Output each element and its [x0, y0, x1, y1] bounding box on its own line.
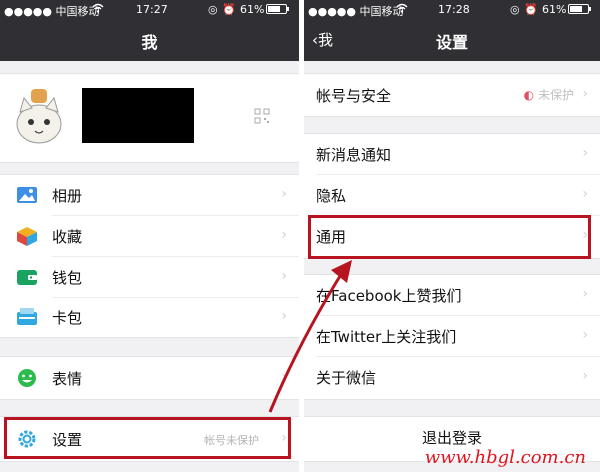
settings-item-label: 新消息通知: [316, 146, 392, 164]
watermark-text: www.hbgl.com.cn: [424, 447, 586, 468]
general-highlight-box: [308, 215, 591, 259]
avatar[interactable]: [16, 86, 62, 144]
navigation-bar: ‹我 设置: [304, 18, 600, 61]
settings-item-about[interactable]: 关于微信 ›: [304, 357, 600, 397]
qr-code-icon[interactable]: [254, 108, 270, 128]
settings-item-label: 在Twitter上关注我们: [316, 328, 457, 346]
menu-group-emoji: 表情 ›: [0, 356, 299, 400]
menu-item-label: 收藏: [52, 228, 83, 246]
status-bar: ●●●●● 中国移动 17:27 ◎ ⏰ 61%: [0, 0, 299, 18]
menu-item-album[interactable]: 相册 ›: [0, 175, 299, 215]
emoji-icon: [16, 368, 38, 388]
battery-percent: 61%: [240, 3, 265, 16]
settings-item-label: 关于微信: [316, 369, 377, 387]
settings-item-account-security[interactable]: 帐号与安全 ◐ 未保护 ›: [304, 75, 600, 115]
menu-item-label: 卡包: [52, 309, 83, 327]
me-screen: ●●●●● 中国移动 17:27 ◎ ⏰ 61% 我 相册 › 收藏 › 钱包 …: [0, 0, 299, 472]
protection-status-text: 未保护: [537, 88, 574, 102]
wifi-icon: [92, 3, 104, 16]
menu-item-wallet[interactable]: 钱包 ›: [0, 257, 299, 297]
chevron-right-icon: ›: [281, 308, 287, 324]
protection-status: ◐ 未保护: [524, 86, 574, 103]
wifi-icon: [396, 3, 408, 16]
chevron-right-icon: ›: [582, 327, 588, 343]
chevron-right-icon: ›: [582, 186, 588, 202]
logout-button[interactable]: 退出登录: [304, 427, 600, 448]
chevron-right-icon: ›: [582, 86, 588, 102]
alarm-icon: ⏰: [524, 3, 538, 16]
lock-icon: ◐: [523, 88, 535, 102]
battery-icon: [266, 4, 290, 17]
settings-item-twitter[interactable]: 在Twitter上关注我们 ›: [304, 316, 600, 356]
settings-item-notifications[interactable]: 新消息通知 ›: [304, 134, 600, 174]
menu-item-label: 相册: [52, 187, 83, 205]
chevron-right-icon: ›: [281, 227, 287, 243]
alarm-icon: ⏰: [222, 3, 236, 16]
settings-item-facebook[interactable]: 在Facebook上赞我们 ›: [304, 275, 600, 315]
chevron-right-icon: ›: [582, 286, 588, 302]
profile-name-redacted: [82, 88, 194, 143]
wallet-icon: [16, 267, 38, 287]
chevron-right-icon: ›: [582, 145, 588, 161]
chevron-right-icon: ›: [281, 268, 287, 284]
battery-icon: [568, 4, 592, 17]
menu-item-card-package[interactable]: 卡包 ›: [0, 297, 299, 337]
chevron-right-icon: ›: [281, 369, 287, 385]
page-title: 设置: [435, 33, 468, 52]
menu-item-favorites[interactable]: 收藏 ›: [0, 216, 299, 256]
navigation-bar: 我: [0, 18, 299, 61]
favorites-icon: [16, 226, 38, 246]
settings-group-about: 在Facebook上赞我们 › 在Twitter上关注我们 › 关于微信 ›: [304, 274, 600, 400]
settings-item-label: 隐私: [316, 187, 347, 205]
menu-group: 相册 › 收藏 › 钱包 › 卡包 ›: [0, 174, 299, 338]
settings-item-label: 帐号与安全: [316, 87, 392, 105]
profile-card[interactable]: [0, 73, 299, 163]
settings-screen: ●●●●● 中国移动 17:28 ◎ ⏰ 61% ‹我 设置 帐号与安全 ◐ 未…: [304, 0, 600, 472]
menu-item-label: 钱包: [52, 269, 83, 287]
lock-rotation-icon: ◎: [510, 3, 520, 16]
clock-time: 17:28: [438, 3, 470, 16]
menu-item-label: 表情: [52, 370, 83, 388]
carrier-label: ●●●●● 中国移动: [4, 5, 100, 18]
settings-item-privacy[interactable]: 隐私 ›: [304, 175, 600, 215]
settings-group-account: 帐号与安全 ◐ 未保护 ›: [304, 73, 600, 117]
battery-percent: 61%: [542, 3, 567, 16]
card-package-icon: [16, 307, 38, 327]
chevron-right-icon: ›: [281, 186, 287, 202]
page-title: 我: [141, 33, 158, 52]
settings-highlight-box: [4, 417, 291, 459]
clock-time: 17:27: [136, 3, 168, 16]
settings-item-label: 在Facebook上赞我们: [316, 287, 462, 305]
carrier-label: ●●●●● 中国移动: [308, 5, 404, 18]
status-bar: ●●●●● 中国移动 17:28 ◎ ⏰ 61%: [304, 0, 600, 18]
chevron-right-icon: ›: [582, 368, 588, 384]
album-icon: [16, 185, 38, 205]
lock-rotation-icon: ◎: [208, 3, 218, 16]
menu-item-emoji[interactable]: 表情 ›: [0, 358, 299, 398]
